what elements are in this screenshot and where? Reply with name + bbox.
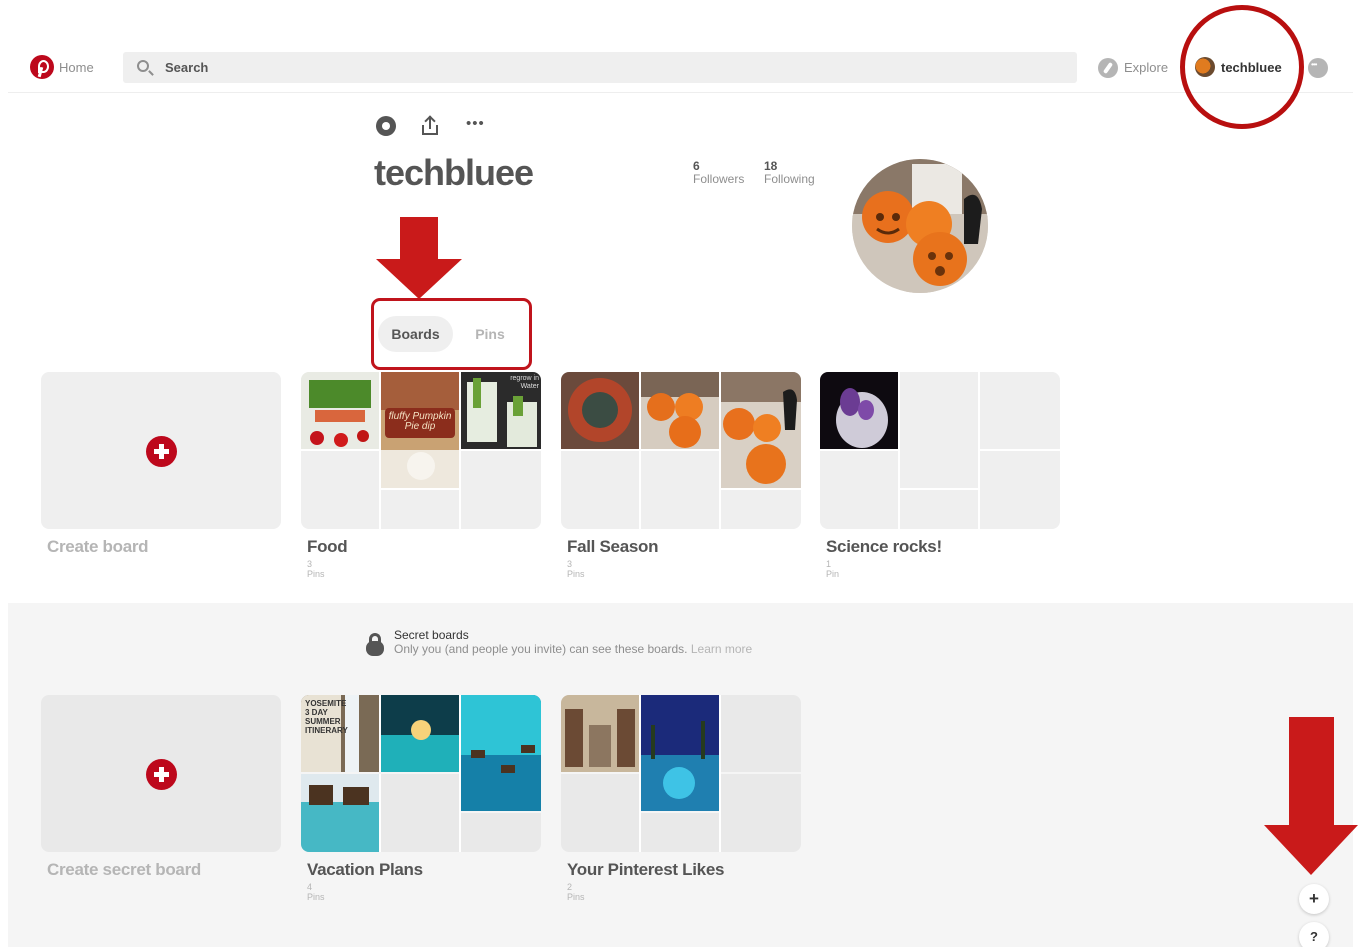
pinterest-logo-icon[interactable]	[30, 55, 54, 79]
share-icon[interactable]	[420, 115, 440, 136]
search-placeholder: Search	[165, 60, 209, 75]
help-button[interactable]: ?	[1299, 922, 1329, 947]
profile-photo	[852, 159, 988, 293]
following-label: Following	[764, 172, 815, 186]
profile-name: techbluee	[374, 152, 534, 193]
pin-image-caption: regrow in Water	[510, 375, 539, 390]
board-pin-count: 3 Pins	[567, 559, 585, 579]
board-cover	[820, 372, 1060, 529]
board-pin-count: 2 Pins	[567, 882, 585, 902]
settings-hex-icon[interactable]	[376, 116, 396, 136]
create-board-label: Create board	[47, 537, 149, 556]
board-cover: YOSEMITE 3 DAY SUMMER ITINERARY	[301, 695, 541, 852]
pin-image-caption: YOSEMITE 3 DAY SUMMER ITINERARY	[305, 699, 348, 735]
board-cover: fluffy Pumpkin Pie dip regrow in Water	[301, 372, 541, 529]
lock-icon	[365, 633, 385, 656]
chat-icon[interactable]	[1308, 58, 1328, 78]
create-secret-board-label: Create secret board	[47, 860, 201, 879]
tabs-highlight-box	[371, 298, 532, 370]
explore-compass-icon[interactable]	[1098, 58, 1118, 78]
search-input[interactable]: Search	[123, 52, 1077, 83]
board-title: Vacation Plans	[307, 860, 423, 879]
board-title: Food	[307, 537, 348, 556]
plus-icon	[146, 759, 177, 790]
board-title: Science rocks!	[826, 537, 942, 556]
plus-icon	[146, 436, 177, 467]
board-title: Your Pinterest Likes	[567, 860, 725, 879]
down-arrow-annotation	[1264, 717, 1358, 875]
learn-more-link[interactable]: Learn more	[691, 642, 752, 656]
more-icon[interactable]: •••	[466, 115, 485, 132]
top-navigation-bar: Home Search Explore techbluee	[8, 44, 1353, 93]
board-pin-count: 3 Pins	[307, 559, 325, 579]
down-arrow-annotation	[376, 217, 462, 299]
following-stat[interactable]: 18 Following	[764, 160, 815, 186]
explore-link[interactable]: Explore	[1124, 60, 1168, 75]
followers-label: Followers	[693, 172, 745, 186]
profile-link-highlight-circle	[1180, 5, 1304, 129]
board-pin-count: 1 Pin	[826, 559, 840, 579]
secret-boards-description: Only you (and people you invite) can see…	[394, 642, 753, 656]
board-cover	[561, 695, 801, 852]
secret-boards-title: Secret boards	[394, 628, 469, 642]
search-icon	[137, 60, 149, 72]
pin-image-caption: fluffy Pumpkin Pie dip	[388, 411, 452, 432]
board-title: Fall Season	[567, 537, 659, 556]
board-pin-count: 4 Pins	[307, 882, 325, 902]
board-cover	[561, 372, 801, 529]
add-button[interactable]: +	[1299, 884, 1329, 914]
followers-stat[interactable]: 6 Followers	[693, 160, 744, 186]
home-link[interactable]: Home	[59, 60, 94, 75]
